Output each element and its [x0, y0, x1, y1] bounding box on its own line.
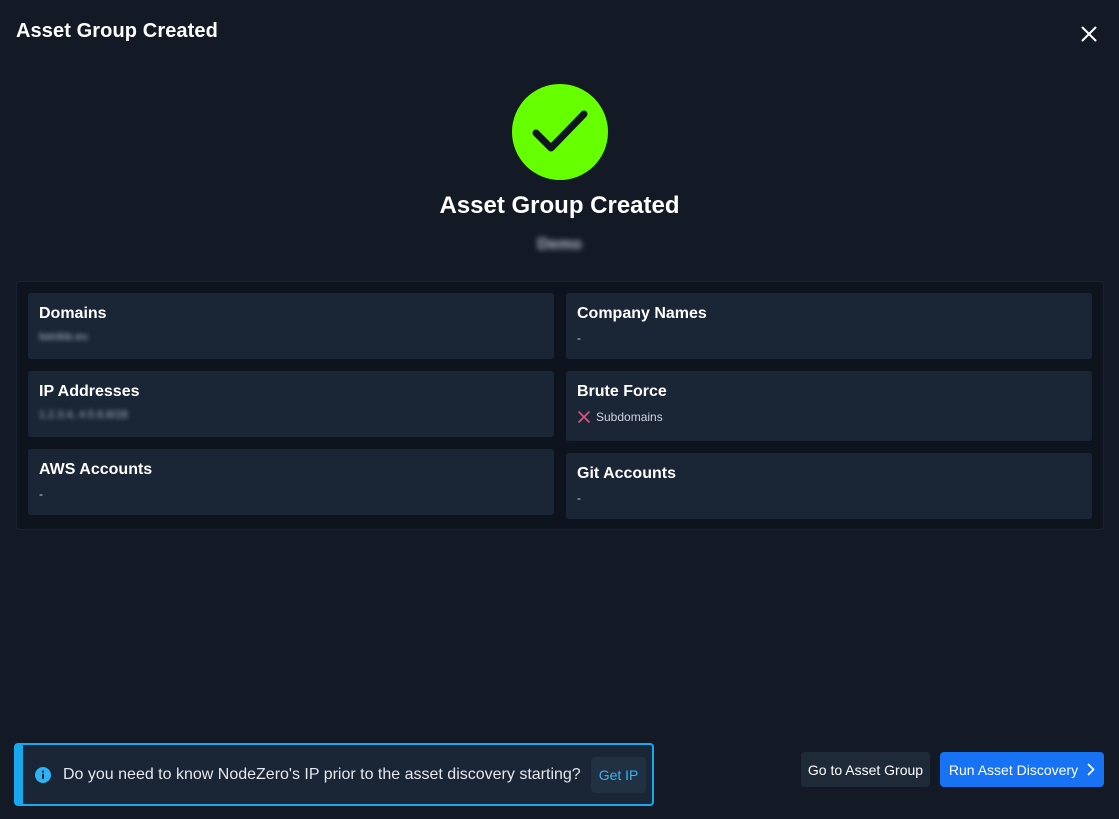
git-accounts-label: Git Accounts: [577, 465, 676, 482]
brute-force-card: Brute Force Subdomains: [566, 371, 1092, 441]
domains-value: twinkle.eu: [39, 331, 88, 343]
brute-force-label: Brute Force: [577, 383, 667, 400]
info-icon: [35, 766, 51, 783]
git-accounts-card: Git Accounts -: [566, 453, 1092, 519]
modal-title: Asset Group Created: [16, 20, 218, 42]
banner-text: Do you need to know NodeZero's IP prior …: [63, 765, 581, 783]
get-ip-button[interactable]: Get IP: [590, 756, 647, 793]
git-accounts-value: -: [577, 491, 581, 505]
ip-addresses-value: 1.2.3.4, 4.5.6.8/28: [39, 409, 128, 421]
asset-group-summary: Domains twinkle.eu IP Addresses 1.2.3.4,…: [16, 281, 1104, 530]
success-title: Asset Group Created: [439, 192, 680, 219]
company-names-card: Company Names -: [566, 293, 1092, 359]
close-button[interactable]: [1076, 22, 1102, 46]
nodezero-ip-banner: Do you need to know NodeZero's IP prior …: [14, 743, 654, 806]
company-names-value: -: [577, 331, 581, 345]
aws-accounts-card: AWS Accounts -: [28, 449, 554, 515]
chevron-right-icon: [1087, 763, 1095, 776]
go-to-asset-group-button[interactable]: Go to Asset Group: [801, 752, 930, 787]
ip-addresses-label: IP Addresses: [39, 383, 140, 400]
brute-force-item: Subdomains: [577, 410, 1081, 424]
aws-accounts-label: AWS Accounts: [39, 461, 153, 478]
run-asset-discovery-button[interactable]: Run Asset Discovery: [940, 752, 1104, 787]
x-icon: [578, 411, 590, 423]
ip-addresses-card: IP Addresses 1.2.3.4, 4.5.6.8/28: [28, 371, 554, 437]
aws-accounts-value: -: [39, 487, 43, 501]
brute-force-value: Subdomains: [596, 410, 663, 424]
go-to-asset-group-label: Go to Asset Group: [807, 761, 924, 778]
domains-card: Domains twinkle.eu: [28, 293, 554, 359]
run-asset-discovery-label: Run Asset Discovery: [948, 761, 1079, 778]
close-icon: [1081, 26, 1097, 42]
domains-label: Domains: [39, 305, 107, 322]
success-badge: [512, 84, 608, 180]
company-names-label: Company Names: [577, 305, 707, 322]
asset-group-name: Demo: [537, 236, 582, 253]
check-icon: [532, 110, 588, 152]
